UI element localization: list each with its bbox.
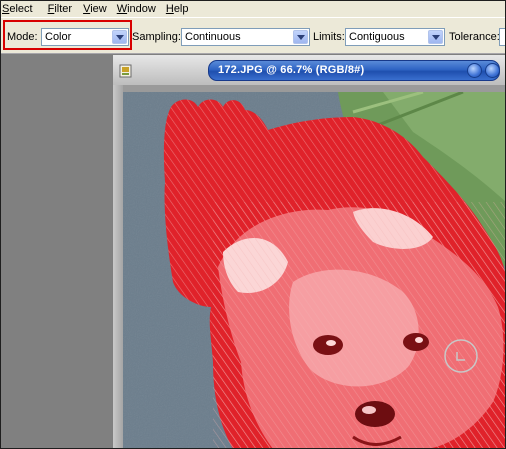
sampling-select[interactable]: Continuous [181,28,310,46]
document-titlebar[interactable]: 172.JPG @ 66.7% (RGB/8#) [113,55,506,85]
document-image[interactable] [123,92,506,449]
tolerance-input[interactable] [499,28,506,46]
sampling-value: Continuous [185,31,241,43]
canvas-ruler-edge [113,85,123,449]
menu-select[interactable]: Select [2,2,41,16]
maximize-icon[interactable] [485,63,500,78]
document-title: 172.JPG @ 66.7% (RGB/8#) [218,64,365,76]
puppy-painting [123,92,506,449]
chevron-down-icon [432,35,440,40]
document-icon[interactable] [119,64,133,78]
workspace-background [1,55,112,448]
menu-filter[interactable]: Filter [41,2,80,16]
menu-help[interactable]: Help [164,2,197,16]
menu-bar: Select Filter View Window Help [1,1,505,17]
limits-dropdown-arrow[interactable] [428,30,443,44]
limits-select[interactable]: Contiguous [345,28,445,46]
sampling-label: Sampling: [132,31,181,43]
menu-view[interactable]: View [80,2,115,16]
chevron-down-icon [297,35,305,40]
limits-label: Limits: [313,31,345,43]
tolerance-label: Tolerance: [449,31,500,43]
sampling-dropdown-arrow[interactable] [293,30,308,44]
limits-value: Contiguous [349,31,405,43]
menu-window[interactable]: Window [115,2,164,16]
document-window: 172.JPG @ 66.7% (RGB/8#) [113,55,506,449]
minimize-icon[interactable] [467,63,482,78]
mode-highlight-box [3,20,132,50]
